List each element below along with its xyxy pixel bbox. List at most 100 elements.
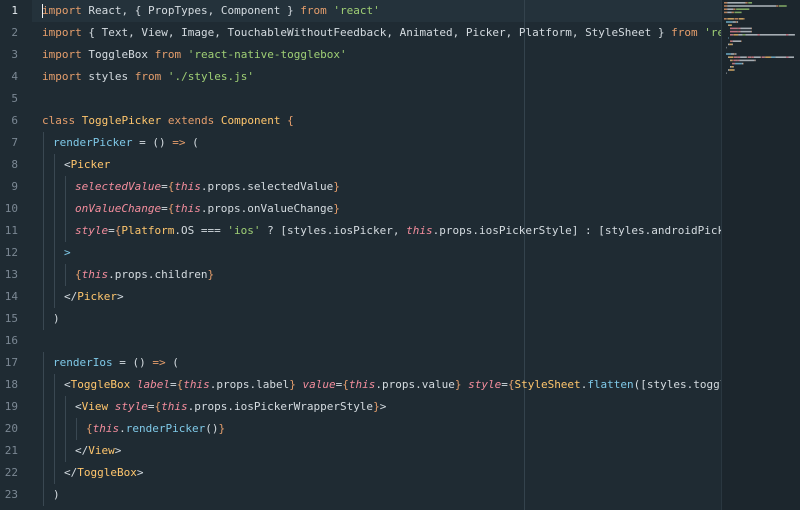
code-token: < — [75, 400, 82, 413]
code-line[interactable] — [42, 88, 721, 110]
code-token: this — [406, 224, 433, 237]
minimap-token — [728, 24, 732, 26]
code-token: = — [169, 378, 177, 391]
minimap-token — [732, 21, 736, 23]
code-line[interactable]: ) — [42, 308, 721, 330]
code-line[interactable]: import styles from './styles.js' — [42, 66, 721, 88]
line-number: 20 — [4, 422, 18, 435]
minimap-token — [734, 62, 736, 65]
code-line[interactable]: <ToggleBox label={this.props.label} valu… — [42, 374, 721, 396]
code-line[interactable] — [42, 330, 721, 352]
line-number-gutter[interactable]: 1 2 3 4 5 6 7 8 9 10 11 12 13 14 15 16 17 18 19 20 21 22 23 — [0, 0, 32, 510]
code-token: } — [218, 422, 226, 435]
code-token: = — [147, 400, 155, 413]
minimap-token — [732, 62, 735, 65]
code-token: </ — [64, 290, 78, 303]
code-line[interactable]: import ToggleBox from 'react-native-togg… — [42, 44, 721, 66]
line-number: 14 — [4, 290, 18, 303]
code-token: ToggleBox — [70, 378, 131, 391]
code-token: } — [207, 268, 215, 281]
code-line[interactable]: </View> — [42, 440, 721, 462]
code-line[interactable]: import React, { PropTypes, Component } f… — [42, 0, 721, 22]
line-number: 1 — [11, 4, 18, 17]
code-token: { — [342, 378, 349, 391]
code-area[interactable]: import React, { PropTypes, Component } f… — [42, 0, 721, 510]
minimap-token — [745, 34, 758, 36]
minimap-token — [730, 59, 731, 62]
minimap-token — [733, 59, 737, 62]
code-line[interactable]: </Picker> — [42, 286, 721, 308]
code-line[interactable]: <View style={this.props.iosPickerWrapper… — [42, 396, 721, 418]
code-token: = — [108, 224, 115, 237]
code-token: './styles.js' — [167, 70, 254, 83]
minimap-token — [745, 2, 748, 4]
code-token: Picker — [70, 158, 111, 171]
code-token: < — [64, 378, 71, 391]
minimap-token — [740, 30, 752, 33]
minimap-token — [728, 56, 729, 58]
minimap[interactable] — [721, 0, 800, 510]
minimap-token — [740, 56, 747, 58]
code-line[interactable]: renderPicker = () => ( — [42, 132, 721, 154]
code-token: = — [161, 180, 168, 193]
minimap-token — [727, 11, 732, 14]
line-number: 12 — [4, 246, 18, 259]
code-line[interactable]: <Picker — [42, 154, 721, 176]
code-token: ? [styles.iosPicker, — [260, 224, 407, 237]
code-line[interactable]: > — [42, 242, 721, 264]
code-token: ToggleBox — [81, 48, 155, 61]
code-token: .props.selectedValue — [200, 180, 334, 193]
indent-guide — [43, 440, 44, 462]
indent-guide — [54, 264, 55, 286]
code-token: onValueChange — [75, 202, 162, 215]
code-line[interactable]: {this.renderPicker()} — [42, 418, 721, 440]
code-line[interactable]: renderIos = () => ( — [42, 352, 721, 374]
minimap-token — [726, 53, 731, 55]
code-token: import — [42, 26, 82, 39]
code-editor[interactable]: 1 2 3 4 5 6 7 8 9 10 11 12 13 14 15 16 17 18 19 20 21 22 23 im… — [0, 0, 800, 510]
minimap-token — [734, 53, 736, 55]
minimap-token — [726, 72, 727, 74]
minimap-token — [788, 56, 794, 58]
minimap-token — [771, 56, 776, 58]
minimap-token — [728, 43, 730, 46]
code-token: this — [174, 180, 201, 193]
indent-guide — [43, 132, 44, 154]
indent-guide — [65, 264, 66, 286]
line-number: 19 — [4, 400, 18, 413]
code-line[interactable]: {this.props.children} — [42, 264, 721, 286]
code-token: label — [136, 378, 170, 391]
code-token: from — [134, 70, 162, 83]
minimap-token — [728, 56, 734, 58]
code-line[interactable]: selectedValue={this.props.selectedValue} — [42, 176, 721, 198]
code-token: = () — [132, 136, 173, 149]
code-line[interactable]: class TogglePicker extends Component { — [42, 110, 721, 132]
minimap-token — [740, 27, 752, 30]
minimap-token — [727, 5, 777, 7]
minimap-token — [764, 56, 765, 58]
minimap-token — [730, 53, 735, 55]
code-token: () — [205, 422, 219, 435]
minimap-token — [733, 34, 739, 36]
code-line[interactable]: onValueChange={this.props.onValueChange} — [42, 198, 721, 220]
indent-guide — [65, 198, 66, 220]
indent-guide — [43, 308, 44, 330]
code-line[interactable]: import { Text, View, Image, TouchableWit… — [42, 22, 721, 44]
code-token: = — [501, 378, 508, 391]
code-token: .props.onValueChange — [200, 202, 334, 215]
minimap-token — [732, 34, 734, 36]
indent-guide — [54, 198, 55, 220]
code-line[interactable]: ) — [42, 484, 721, 506]
minimap-token — [726, 21, 733, 23]
code-token: style — [468, 378, 502, 391]
code-token: .OS === — [174, 224, 228, 237]
code-token: ( — [185, 136, 199, 149]
code-line[interactable]: </ToggleBox> — [42, 462, 721, 484]
indent-guide — [65, 220, 66, 242]
indent-guide — [54, 418, 55, 440]
code-line[interactable]: style={Platform.OS === 'ios' ? [styles.i… — [42, 220, 721, 242]
minimap-token — [724, 18, 727, 20]
minimap-token — [751, 27, 752, 30]
